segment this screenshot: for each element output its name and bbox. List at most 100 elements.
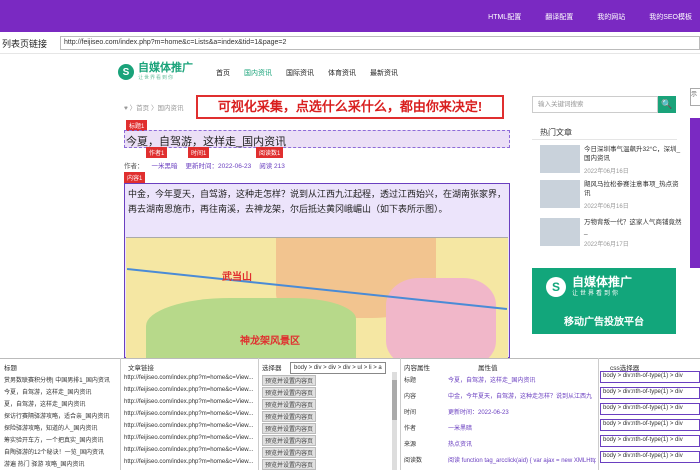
css-selector-field[interactable]: body > div:nth-of-type(1) > div — [600, 451, 700, 463]
hot-article-title: 今日深圳事气温飙升32°C，深圳_国内资讯 — [584, 146, 681, 162]
nav-sports[interactable]: 体育资讯 — [328, 68, 356, 78]
prop-value[interactable]: 更新时间：2022-06-23 — [448, 407, 596, 416]
article-thumbnail — [540, 145, 580, 173]
topnav-my-seo-templates[interactable]: 我的SEO模板 — [649, 12, 692, 22]
main-nav: 首页 国内资讯 国际资讯 体育资讯 最新资讯 — [216, 68, 398, 78]
hot-article-date: 2022年06月16日 — [584, 204, 629, 210]
preview-content-button[interactable]: 预览并设置内容页 — [262, 387, 317, 398]
prop-value[interactable]: 中金，今年夏天，自驾游，这种走怎样？说到从江西九 — [448, 391, 596, 400]
selector-tooltip: body > div > div > div > ul > li > a — [290, 362, 386, 374]
prop-name: 标题 — [404, 378, 417, 384]
css-selector-field[interactable]: body > div:nth-of-type(1) > div — [600, 387, 700, 399]
nav-home[interactable]: 首页 — [216, 68, 230, 78]
row-link[interactable]: http://feijiseo.com/index.php?m=home&c=V… — [124, 435, 253, 441]
preview-content-button[interactable]: 预览并设置内容页 — [262, 459, 317, 470]
table-row[interactable]: 夏，自驾游，这样走_国内资讯 — [4, 399, 85, 408]
col-header-prop: 内容属性 — [404, 365, 430, 372]
table-row[interactable]: 探险驿游攻略，知道的人_国内资讯 — [4, 423, 97, 432]
hot-article-title: 飓风马拉松参赛注意事项_热点资讯 — [584, 181, 679, 197]
hot-article-item[interactable]: 今日深圳事气温飙升32°C，深圳_国内资讯 2022年06月16日 — [540, 145, 680, 175]
side-purple-bar — [690, 118, 700, 268]
panel-scrollbar[interactable] — [392, 372, 397, 470]
preview-content-button[interactable]: 预览并设置内容页 — [262, 411, 317, 422]
logo-subtitle: 让世界看到你 — [138, 75, 175, 81]
hot-article-date: 2022年06月16日 — [584, 169, 629, 175]
article-body: 中金，今年夏天，自驾游，这种走怎样？说到从江西九江起程，透过江西始兴，在湖南张家… — [128, 189, 507, 214]
row-link[interactable]: http://feijiseo.com/index.php?m=home&c=V… — [124, 447, 253, 453]
url-label: 列表页链接 — [2, 39, 48, 49]
url-input[interactable]: http://feijiseo.com/index.php?m=home&c=L… — [60, 36, 700, 50]
nav-latest[interactable]: 最新资讯 — [370, 68, 398, 78]
sidebar-ad[interactable]: S 自媒体推广 让世界看到你 移动广告投放平台 — [532, 268, 676, 334]
nav-international[interactable]: 国际资讯 — [286, 68, 314, 78]
hot-article-date: 2022年06月17日 — [584, 242, 629, 248]
css-selector-field[interactable]: body > div:nth-of-type(1) > div — [600, 419, 700, 431]
topnav-translate-config[interactable]: 翻译配置 — [545, 12, 573, 22]
map-label-wudangshan: 武当山 — [222, 272, 252, 283]
ad-subtitle: 让世界看到你 — [572, 291, 621, 297]
logo-mark-icon: S — [118, 64, 134, 80]
table-row[interactable]: 筹实验开车方，一个把真实_国内资讯 — [4, 435, 103, 444]
prop-name: 内容 — [404, 394, 417, 400]
hot-article-item[interactable]: 万物背叛一代？这家人气商铺竟然_ 2022年06月17日 — [540, 218, 682, 248]
site-logo[interactable]: S 自媒体推广 让世界看到你 — [118, 63, 193, 81]
reads-value[interactable]: 阅读 213 — [259, 160, 285, 170]
logo-name: 自媒体推广 — [138, 62, 193, 74]
prop-value[interactable]: 阅读 function tag_arcclick(aid) { var ajax… — [448, 455, 596, 464]
promo-banner: 可视化采集，点选什么采什么，都由你来决定! — [196, 95, 504, 119]
time-value[interactable]: 更新时间：2022-06-23 — [186, 160, 252, 170]
preview-content-button[interactable]: 预览并设置内容页 — [262, 375, 317, 386]
ad-name: 自媒体推广 — [572, 275, 633, 289]
topnav-my-sites[interactable]: 我的网站 — [597, 12, 625, 22]
table-row[interactable]: 游遍 热门 驿游 攻略_国内资讯 — [4, 459, 84, 468]
table-row[interactable]: 探访行赛隔驿游攻略，适合亲_国内资讯 — [4, 411, 109, 420]
css-selector-field[interactable]: body > div:nth-of-type(1) > div — [600, 435, 700, 447]
url-row: 列表页链接 http://feijiseo.com/index.php?m=ho… — [0, 32, 700, 54]
author-value[interactable]: 一米黑暗 — [152, 160, 178, 170]
row-link[interactable]: http://feijiseo.com/index.php?m=home&c=V… — [124, 375, 253, 381]
row-link[interactable]: http://feijiseo.com/index.php?m=home&c=V… — [124, 459, 253, 465]
prop-value[interactable]: 今夏，自驾游，这样走_国内资讯 — [448, 375, 596, 384]
article-thumbnail — [540, 218, 580, 246]
col-header-link: 文章链接 — [128, 365, 154, 372]
tag-author: 作者1 — [146, 147, 168, 158]
preview-content-button[interactable]: 预览并设置内容页 — [262, 423, 317, 434]
row-link[interactable]: http://feijiseo.com/index.php?m=home&c=V… — [124, 399, 253, 405]
table-row[interactable]: 今夏，自驾游，这样走_国内资讯 — [4, 387, 91, 396]
topnav-html-config[interactable]: HTML配置 — [488, 12, 521, 22]
ad-slogan: 移动广告投放平台 — [564, 317, 644, 328]
top-bar: HTML配置 翻译配置 我的网站 我的SEO模板 — [0, 0, 700, 32]
hot-article-item[interactable]: 飓风马拉松参赛注意事项_热点资讯 2022年06月16日 — [540, 180, 680, 210]
breadcrumb: ♥ 〉首页 〉国内资讯 — [124, 105, 184, 112]
ad-logo-icon: S — [546, 276, 566, 297]
row-link[interactable]: http://feijiseo.com/index.php?m=home&c=V… — [124, 423, 253, 429]
preview-content-button[interactable]: 预览并设置内容页 — [262, 399, 317, 410]
article-thumbnail — [540, 180, 580, 208]
article-meta: 作者： 一米黑暗 更新时间：2022-06-23 阅读 213 — [124, 160, 285, 170]
col-header-value: 属性值 — [478, 365, 498, 372]
css-selector-field[interactable]: body > div:nth-of-type(1) > div — [600, 403, 700, 415]
hot-article-title: 万物背叛一代？这家人气商铺竟然_ — [584, 219, 682, 235]
prop-name: 阅读数 — [404, 458, 423, 464]
map-label-shennongjia: 神龙架风景区 — [240, 336, 300, 347]
hot-articles-title: 热门文章 — [540, 128, 572, 137]
col-header-title: 标题 — [4, 365, 17, 372]
css-selector-field[interactable]: body > div:nth-of-type(1) > div — [600, 371, 700, 383]
side-tab[interactable]: 示 — [690, 88, 700, 106]
prop-value[interactable]: 热点资讯 — [448, 439, 596, 448]
preview-content-button[interactable]: 预览并设置内容页 — [262, 447, 317, 458]
tag-time: 时间1 — [188, 147, 210, 158]
collector-panel: 标题 文章链接 选择器 内容属性 属性值 css选择器 赏男数联赛积分榜| 中国… — [0, 358, 700, 470]
table-row[interactable]: 自陶驿游的12个秘诀！一览_国内资讯 — [4, 447, 104, 456]
author-label: 作者： — [124, 163, 144, 170]
nav-domestic[interactable]: 国内资讯 — [244, 68, 272, 78]
table-row[interactable]: 赏男数联赛积分榜| 中国男排1_国内资讯 — [4, 375, 110, 384]
prop-name: 作者 — [404, 426, 417, 432]
preview-content-button[interactable]: 预览并设置内容页 — [262, 435, 317, 446]
sidebar-search-input[interactable]: 输入关键词搜索 — [532, 96, 658, 113]
col-header-selector: 选择器 — [262, 365, 282, 372]
row-link[interactable]: http://feijiseo.com/index.php?m=home&c=V… — [124, 411, 253, 417]
row-link[interactable]: http://feijiseo.com/index.php?m=home&c=V… — [124, 387, 253, 393]
prop-value[interactable]: 一米黑暗 — [448, 423, 596, 432]
search-icon[interactable]: 🔍 — [658, 96, 676, 113]
